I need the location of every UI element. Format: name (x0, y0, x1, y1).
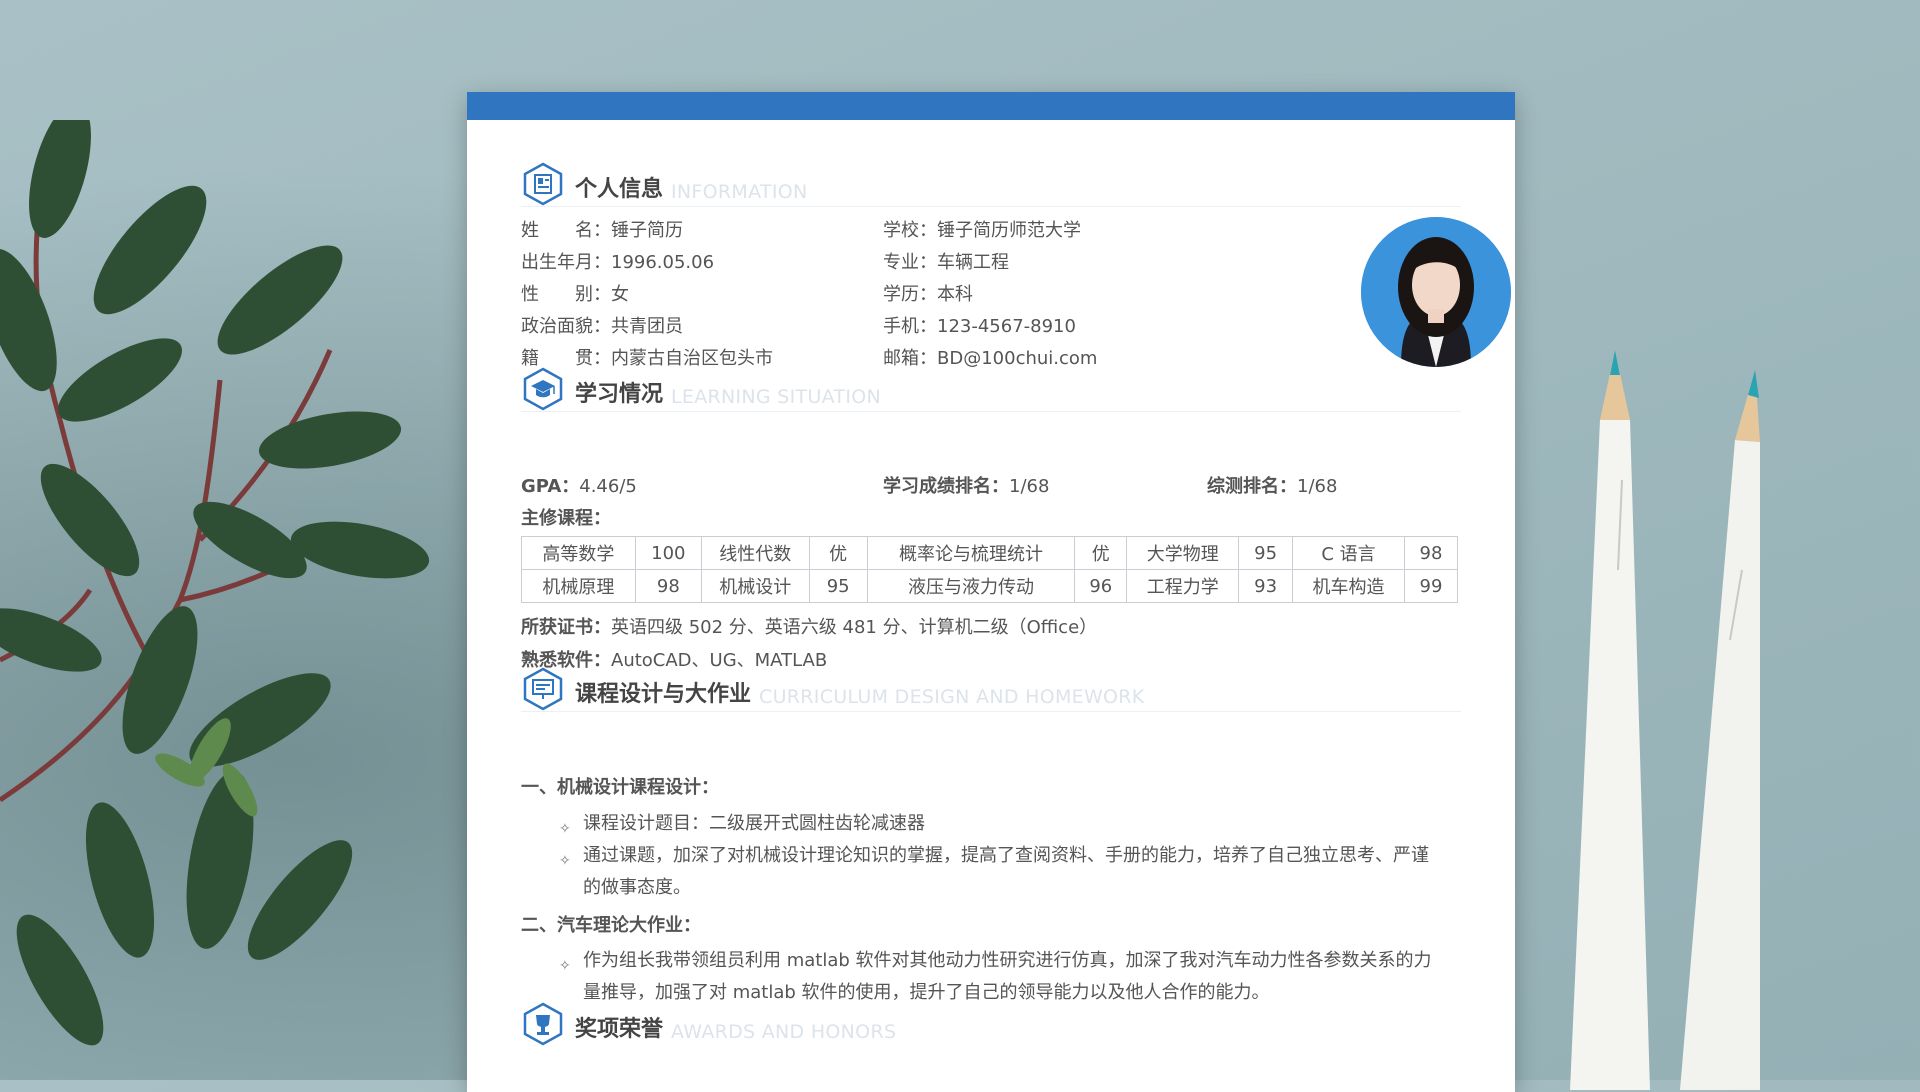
course-score-cell: 95 (1238, 536, 1294, 570)
diamond-bullet-icon: ✧ (559, 958, 571, 974)
course-name-cell: 线性代数 (700, 536, 810, 570)
course-item-1-title: 一、机械设计课程设计： (521, 777, 719, 798)
course-score-cell: 95 (808, 569, 868, 603)
table-row: 高等数学 100 线性代数 优 概率论与梳理统计 优 大学物理 95 C 语言 … (521, 536, 1459, 570)
section-header-awards: 奖项荣誉 AWARDS AND HONORS (521, 1002, 1461, 1046)
gpa-value: 4.46/5 (579, 476, 637, 497)
info-value: 锤子简历师范大学 (937, 220, 1081, 241)
diamond-bullet-icon: ✧ (559, 821, 571, 837)
info-value: 共青团员 (611, 316, 683, 337)
course-name-cell: C 语言 (1292, 536, 1405, 570)
course-name-cell: 机械原理 (521, 569, 636, 603)
diamond-bullet-icon: ✧ (559, 853, 571, 869)
gpa-row: GPA：4.46/5 (521, 476, 637, 497)
courses-label: 主修课程： (521, 508, 611, 529)
course-name-cell: 机械设计 (700, 569, 810, 603)
section-header-info: 个人信息 INFORMATION (521, 162, 1461, 207)
section-header-course: 课程设计与大作业 CURRICULUM DESIGN AND HOMEWORK (521, 667, 1461, 712)
course-name-cell: 工程力学 (1126, 569, 1240, 603)
info-birth-row: 出生年月：1996.05.06 (521, 252, 715, 273)
section-header-study: 学习情况 LEARNING SITUATION (521, 367, 1461, 412)
rank-row: 学习成绩排名：1/68 (883, 476, 1050, 497)
course-name-cell: 高等数学 (521, 536, 636, 570)
section-title: 奖项荣誉 (575, 1017, 664, 1042)
info-political-row: 政治面貌：共青团员 (521, 316, 683, 337)
courses-table: 高等数学 100 线性代数 优 概率论与梳理统计 优 大学物理 95 C 语言 … (521, 536, 1459, 603)
id-card-icon (523, 162, 563, 206)
certificates-row: 所获证书：英语四级 502 分、英语六级 481 分、计算机二级（Office） (521, 617, 1098, 638)
course-item-1-bullet-1: 课程设计题目：二级展开式圆柱齿轮减速器 (583, 813, 925, 834)
info-value: 车辆工程 (937, 252, 1009, 273)
course-item-2-title: 二、汽车理论大作业： (521, 915, 701, 936)
info-gender-row: 性 别：女 (521, 284, 629, 305)
trophy-icon (523, 1002, 563, 1046)
course-item-1-bullet-2-line-2: 的做事态度。 (583, 877, 691, 898)
course-score-cell: 100 (634, 536, 702, 570)
info-value: 本科 (937, 284, 973, 305)
overall-rank-value: 1/68 (1297, 476, 1338, 497)
section-title: 学习情况 (575, 382, 664, 407)
course-score-cell: 优 (808, 536, 868, 570)
rank-value: 1/68 (1009, 476, 1050, 497)
resume-paper: 个人信息 INFORMATION 姓 名：锤子简历 出生年月：1996.05.0… (467, 92, 1515, 1092)
section-subtitle: CURRICULUM DESIGN AND HOMEWORK (759, 686, 1145, 708)
pencils-decoration (1570, 350, 1760, 1090)
course-name-cell: 大学物理 (1126, 536, 1240, 570)
section-subtitle: INFORMATION (671, 181, 808, 203)
info-value: 锤子简历 (611, 220, 683, 241)
info-value: 123-4567-8910 (937, 316, 1076, 337)
section-title: 课程设计与大作业 (575, 682, 752, 707)
course-score-cell: 93 (1238, 569, 1294, 603)
presentation-icon (523, 667, 563, 711)
info-value: BD@100chui.com (937, 348, 1098, 369)
info-value: 内蒙古自治区包头市 (611, 348, 773, 369)
section-title: 个人信息 (575, 177, 664, 202)
plant-decoration (0, 120, 430, 1046)
course-name-cell: 液压与液力传动 (866, 569, 1076, 603)
section-subtitle: AWARDS AND HONORS (671, 1021, 897, 1043)
table-row: 机械原理 98 机械设计 95 液压与液力传动 96 工程力学 93 机车构造 … (521, 569, 1459, 603)
overall-rank-row: 综测排名：1/68 (1207, 476, 1338, 497)
info-school-row: 学校：锤子简历师范大学 (883, 220, 1081, 241)
info-value: 女 (611, 284, 629, 305)
avatar (1361, 217, 1511, 367)
course-score-cell: 96 (1074, 569, 1128, 603)
info-name-row: 姓 名：锤子简历 (521, 220, 683, 241)
course-name-cell: 概率论与梳理统计 (866, 536, 1076, 570)
info-value: 1996.05.06 (611, 252, 715, 273)
course-score-cell: 优 (1074, 536, 1128, 570)
course-item-2-bullet-1-line-1: 作为组长我带领组员利用 matlab 软件对其他动力性研究进行仿真，加深了我对汽… (583, 950, 1432, 971)
course-score-cell: 98 (1403, 536, 1459, 570)
certificates-value: 英语四级 502 分、英语六级 481 分、计算机二级（Office） (611, 617, 1098, 638)
info-degree-row: 学历：本科 (883, 284, 973, 305)
course-score-cell: 98 (634, 569, 702, 603)
course-item-1-bullet-2-line-1: 通过课题，加深了对机械设计理论知识的掌握，提高了查阅资料、手册的能力，培养了自己… (583, 845, 1429, 866)
info-phone-row: 手机：123-4567-8910 (883, 316, 1076, 337)
course-score-cell: 99 (1403, 569, 1459, 603)
info-major-row: 专业：车辆工程 (883, 252, 1009, 273)
graduation-cap-icon (523, 367, 563, 411)
resume-top-bar (467, 92, 1515, 120)
section-subtitle: LEARNING SITUATION (671, 386, 882, 408)
course-name-cell: 机车构造 (1292, 569, 1405, 603)
